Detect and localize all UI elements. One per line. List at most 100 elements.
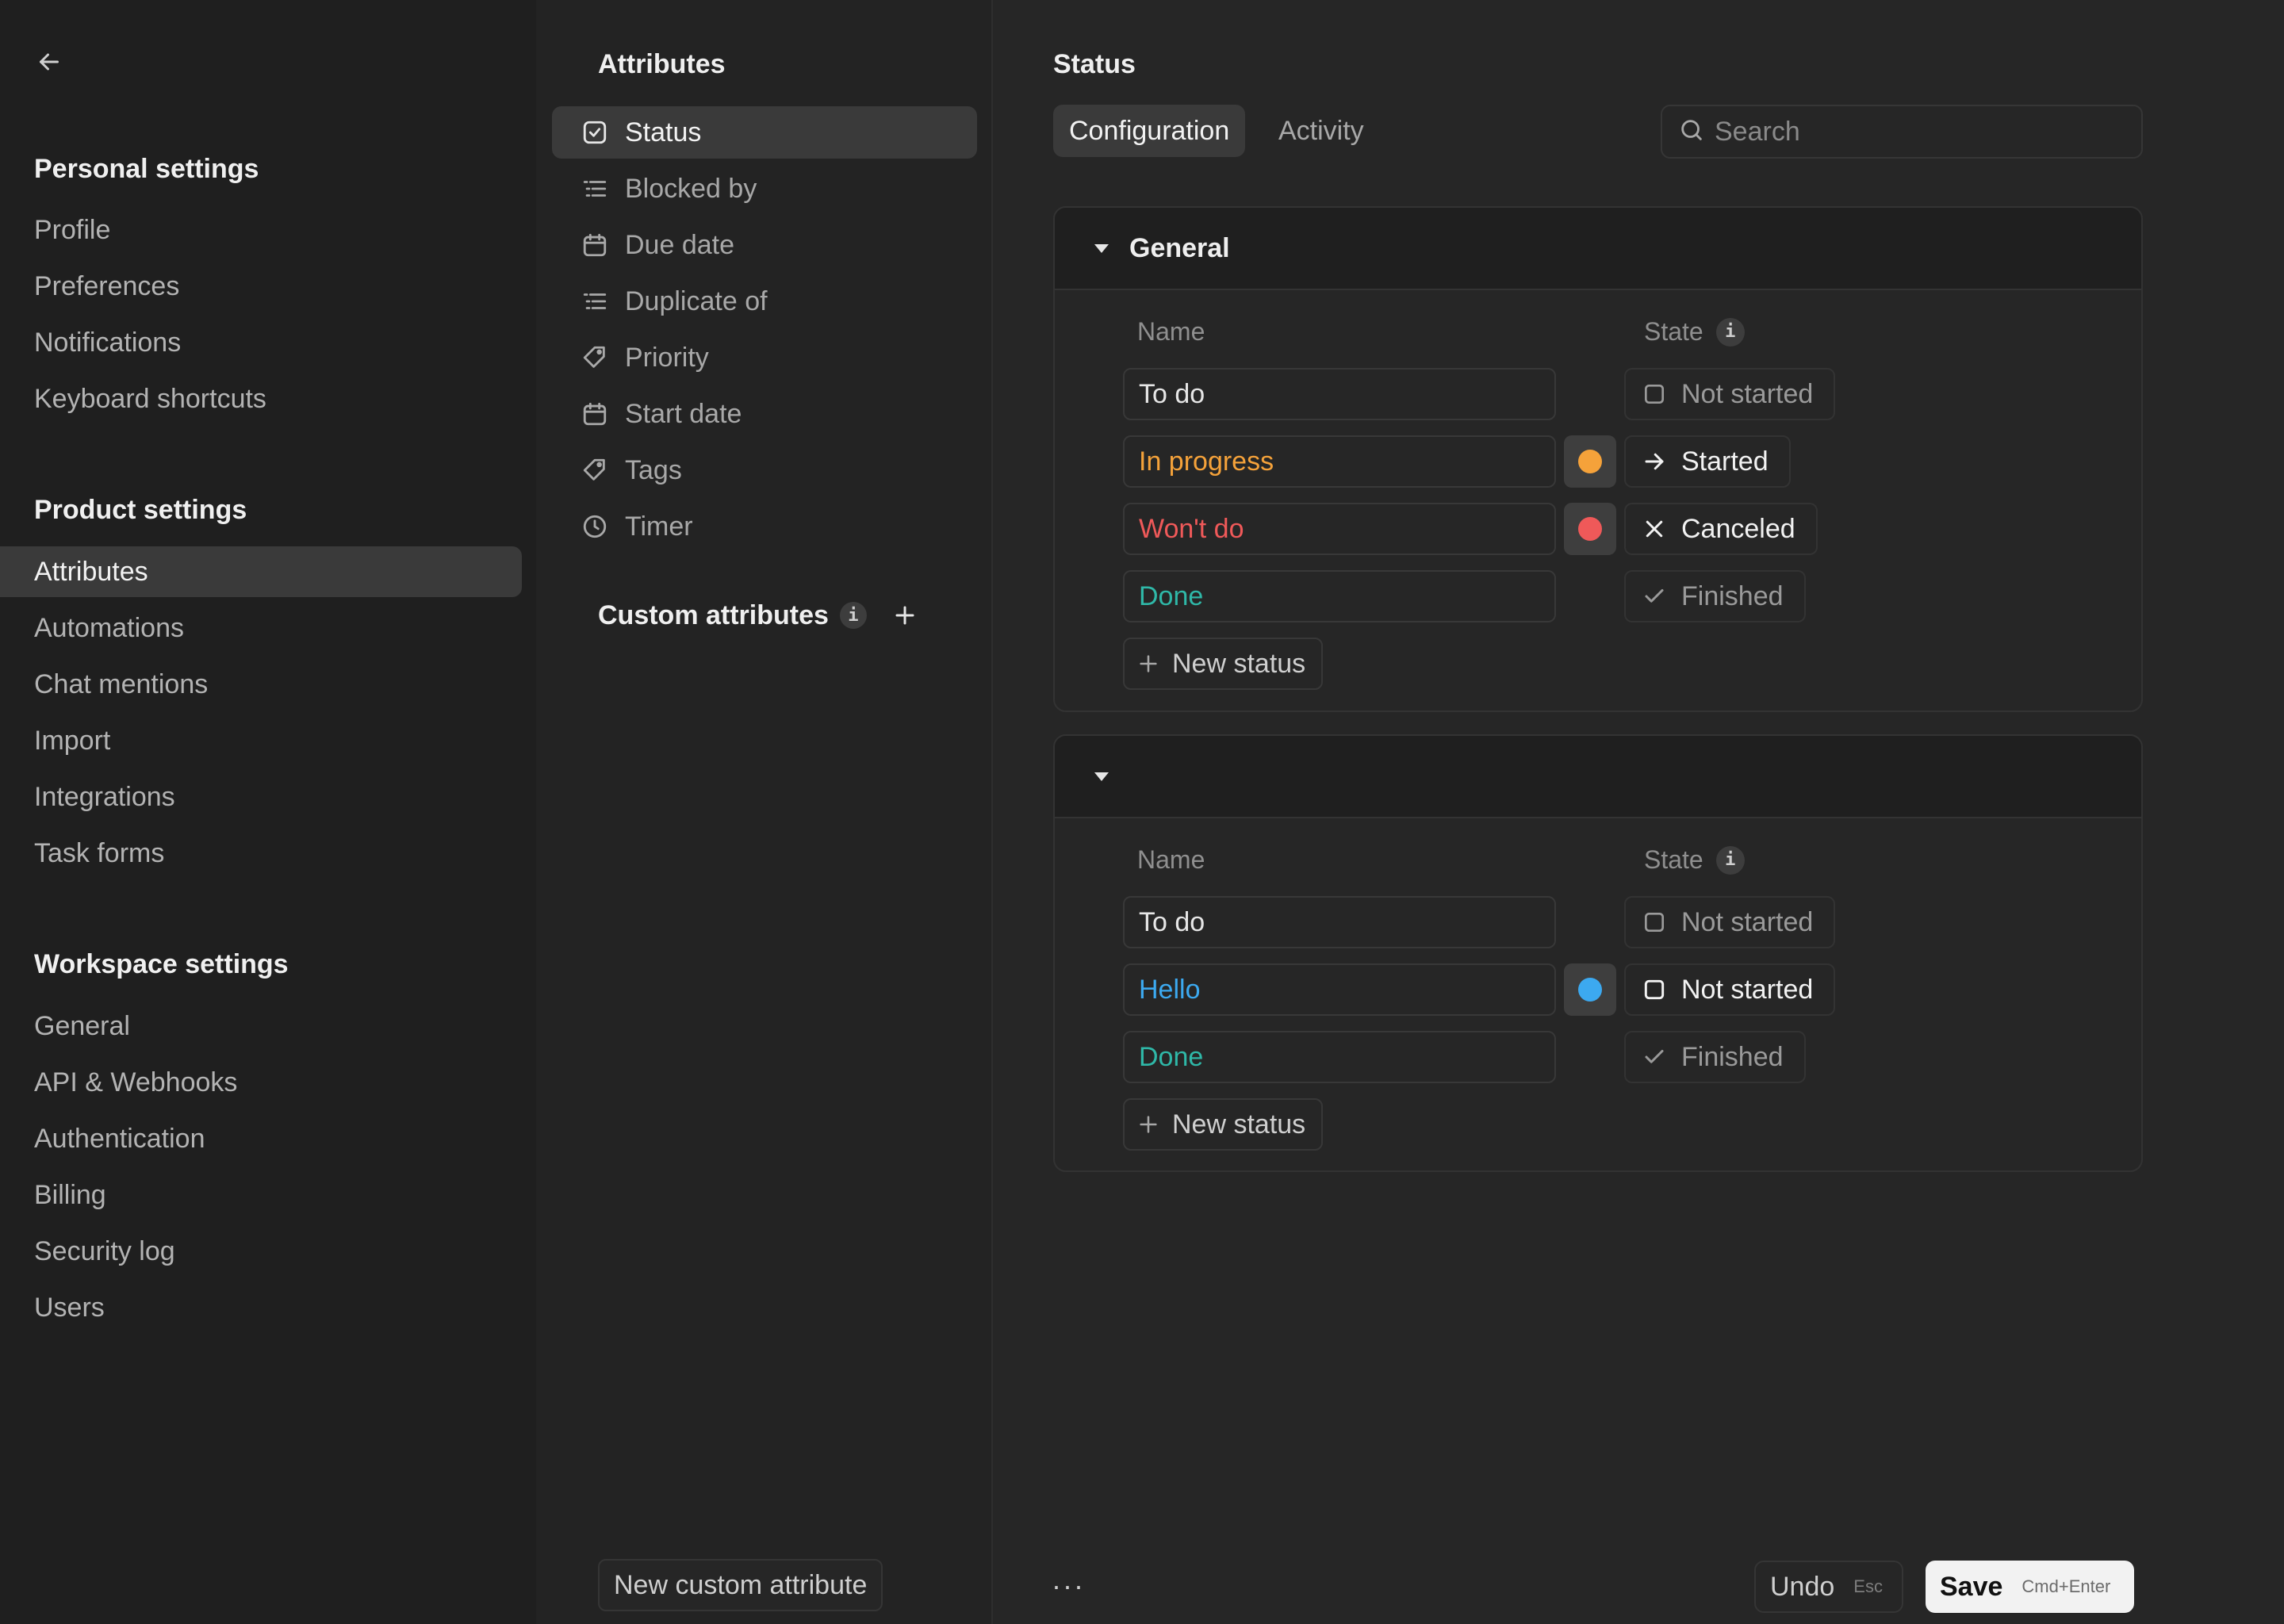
calendar-icon <box>579 398 611 430</box>
attribute-item-tags[interactable]: Tags <box>552 444 977 496</box>
state-label: Not started <box>1681 378 1814 409</box>
info-icon[interactable]: i <box>1715 317 1745 347</box>
attribute-item-status[interactable]: Status <box>552 106 977 159</box>
sidebar-item-integrations[interactable]: Integrations <box>0 772 522 822</box>
group-header[interactable] <box>1055 736 2141 818</box>
workspace-settings-heading: Workspace settings <box>34 949 289 979</box>
sidebar-item-attributes[interactable]: Attributes <box>0 546 522 597</box>
sidebar-item-automations[interactable]: Automations <box>0 603 522 653</box>
plus-icon <box>1137 653 1159 675</box>
calendar-icon <box>579 229 611 261</box>
custom-attributes-label: Custom attributes <box>598 599 829 630</box>
undo-label: Undo <box>1770 1571 1835 1602</box>
new-status-button[interactable]: New status <box>1123 638 1324 690</box>
status-name-field[interactable] <box>1123 570 1556 622</box>
info-icon[interactable]: i <box>839 602 867 629</box>
save-shortcut: Cmd+Enter <box>2021 1576 2111 1596</box>
tab-activity[interactable]: Activity <box>1263 105 1380 157</box>
attributes-panel: Attributes Status Blocked by Due date Du… <box>536 0 993 1624</box>
status-name-field[interactable] <box>1123 503 1556 555</box>
sidebar-item-security-log[interactable]: Security log <box>0 1226 522 1277</box>
state-selector[interactable]: Finished <box>1624 570 1806 622</box>
state-column-header: State i <box>1644 317 1745 347</box>
search-input[interactable] <box>1715 116 2111 147</box>
group-name: General <box>1129 232 1230 263</box>
sidebar-item-users[interactable]: Users <box>0 1282 522 1333</box>
status-name-field[interactable] <box>1123 963 1556 1016</box>
sidebar-item-keyboard-shortcuts[interactable]: Keyboard shortcuts <box>0 373 522 424</box>
product-settings-heading: Product settings <box>34 495 247 525</box>
color-picker-button[interactable] <box>1564 503 1616 555</box>
sidebar-item-authentication[interactable]: Authentication <box>0 1113 522 1164</box>
state-selector[interactable]: Canceled <box>1624 503 1818 555</box>
save-button[interactable]: Save Cmd+Enter <box>1926 1561 2135 1613</box>
attribute-item-priority[interactable]: Priority <box>552 331 977 384</box>
undo-shortcut: Esc <box>1853 1576 1883 1596</box>
add-custom-attribute-plus-icon[interactable] <box>889 599 921 631</box>
info-icon[interactable]: i <box>1715 845 1745 875</box>
attribute-label: Priority <box>625 342 709 373</box>
state-selector[interactable]: Not started <box>1624 368 1836 420</box>
color-picker-button[interactable] <box>1564 435 1616 488</box>
attribute-item-blocked-by[interactable]: Blocked by <box>552 163 977 215</box>
arrow-right-icon <box>1640 447 1669 476</box>
status-name-field[interactable] <box>1123 435 1556 488</box>
state-label: Canceled <box>1681 513 1795 544</box>
state-selector[interactable]: Not started <box>1624 963 1836 1016</box>
custom-attributes-heading: Custom attributes i <box>598 599 921 631</box>
name-column-header: Name <box>1137 317 1205 347</box>
status-group-general: General Name Statei Not started Started … <box>1053 206 2143 712</box>
clock-icon <box>579 511 611 542</box>
state-label: Finished <box>1681 580 1784 611</box>
attribute-item-timer[interactable]: Timer <box>552 500 977 553</box>
sidebar-item-notifications[interactable]: Notifications <box>0 317 522 368</box>
status-name-field[interactable] <box>1123 368 1556 420</box>
new-status-label: New status <box>1172 648 1306 679</box>
settings-sidebar: Personal settings Profile Preferences No… <box>0 0 536 1624</box>
state-column-label: State <box>1644 317 1703 346</box>
caret-down-icon <box>1094 243 1109 253</box>
checkmark-icon <box>1640 1043 1669 1071</box>
color-dot-red <box>1578 517 1602 541</box>
sidebar-item-chat-mentions[interactable]: Chat mentions <box>0 659 522 710</box>
status-name-field[interactable] <box>1123 1031 1556 1083</box>
checkmark-icon <box>1640 582 1669 611</box>
search-icon <box>1678 117 1705 147</box>
sidebar-item-general[interactable]: General <box>0 1001 522 1051</box>
more-options-icon[interactable]: ··· <box>1048 1569 1088 1602</box>
attribute-item-due-date[interactable]: Due date <box>552 219 977 271</box>
group-header[interactable]: General <box>1055 208 2141 290</box>
name-column-label: Name <box>1137 317 1205 346</box>
sidebar-item-billing[interactable]: Billing <box>0 1170 522 1220</box>
status-name-field[interactable] <box>1123 896 1556 948</box>
sidebar-item-preferences[interactable]: Preferences <box>0 261 522 312</box>
new-status-button[interactable]: New status <box>1123 1098 1324 1151</box>
state-selector[interactable]: Started <box>1624 435 1791 488</box>
list-icon <box>579 285 611 317</box>
status-group-unnamed: Name Statei Not started Not started Fini… <box>1053 734 2143 1172</box>
name-column-label: Name <box>1137 845 1205 874</box>
sidebar-item-import[interactable]: Import <box>0 715 522 766</box>
attributes-title: Attributes <box>598 49 726 79</box>
tab-configuration[interactable]: Configuration <box>1053 105 1246 157</box>
undo-button[interactable]: Undo Esc <box>1754 1561 1903 1613</box>
name-column-header: Name <box>1137 845 1205 875</box>
color-picker-button[interactable] <box>1564 963 1616 1016</box>
attribute-item-start-date[interactable]: Start date <box>552 388 977 440</box>
state-selector[interactable]: Not started <box>1624 896 1836 948</box>
state-label: Finished <box>1681 1041 1784 1072</box>
attribute-item-duplicate-of[interactable]: Duplicate of <box>552 275 977 327</box>
state-selector[interactable]: Finished <box>1624 1031 1806 1083</box>
new-custom-attribute-button[interactable]: New custom attribute <box>598 1559 883 1611</box>
sidebar-item-task-forms[interactable]: Task forms <box>0 828 522 879</box>
sidebar-item-api-webhooks[interactable]: API & Webhooks <box>0 1057 522 1108</box>
sidebar-item-profile[interactable]: Profile <box>0 205 522 255</box>
search-box[interactable] <box>1661 105 2143 159</box>
back-arrow-icon[interactable] <box>32 44 67 79</box>
tag-icon <box>579 342 611 373</box>
plus-icon <box>1137 1113 1159 1136</box>
state-column-label: State <box>1644 845 1703 874</box>
attribute-label: Duplicate of <box>625 285 768 316</box>
checkbox-icon <box>579 117 611 148</box>
page-title: Status <box>1053 49 1136 79</box>
